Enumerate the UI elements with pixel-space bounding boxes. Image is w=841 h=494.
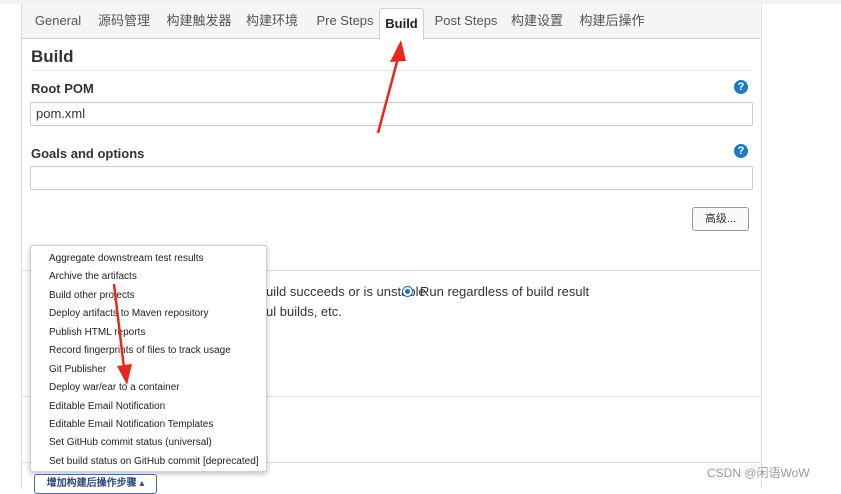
menu-item-record-fingerprints[interactable]: Record fingerprints of files to track us… bbox=[49, 345, 231, 357]
tab-build[interactable]: Build bbox=[379, 8, 424, 40]
menu-item-github-build-status-deprecated[interactable]: Set build status on GitHub commit [depre… bbox=[49, 456, 259, 468]
run-regardless-radio[interactable] bbox=[402, 286, 413, 297]
add-post-build-step-button[interactable]: 增加构建后操作步骤 ▴ bbox=[34, 474, 157, 494]
help-icon[interactable]: ? bbox=[734, 144, 748, 158]
menu-item-editable-email-templates[interactable]: Editable Email Notification Templates bbox=[49, 419, 213, 431]
watermark: CSDN @闲语WoW bbox=[707, 466, 810, 480]
tab-post-build-actions[interactable]: 构建后操作 bbox=[576, 4, 648, 38]
root-pom-label: Root POM bbox=[31, 81, 94, 96]
menu-item-git-publisher[interactable]: Git Publisher bbox=[49, 364, 106, 376]
menu-item-archive-artifacts[interactable]: Archive the artifacts bbox=[49, 271, 137, 283]
tab-post-steps[interactable]: Post Steps bbox=[431, 4, 501, 38]
menu-item-github-commit-status[interactable]: Set GitHub commit status (universal) bbox=[49, 437, 212, 449]
menu-item-deploy-maven[interactable]: Deploy artifacts to Maven repository bbox=[49, 308, 209, 320]
tab-build-environment[interactable]: 构建环境 bbox=[242, 4, 302, 38]
goals-options-input[interactable] bbox=[30, 166, 753, 190]
partial-description-text: ul builds, etc. bbox=[266, 304, 342, 319]
menu-item-publish-html[interactable]: Publish HTML reports bbox=[49, 327, 145, 339]
tab-source-code[interactable]: 源码管理 bbox=[94, 4, 154, 38]
tab-build-triggers[interactable]: 构建触发器 bbox=[163, 4, 235, 38]
tab-general[interactable]: General bbox=[30, 4, 86, 38]
menu-item-editable-email[interactable]: Editable Email Notification bbox=[49, 401, 165, 413]
root-pom-input[interactable]: pom.xml bbox=[30, 102, 753, 126]
advanced-button[interactable]: 高级... bbox=[692, 207, 749, 231]
section-divider bbox=[31, 70, 752, 71]
menu-item-aggregate-downstream[interactable]: Aggregate downstream test results bbox=[49, 253, 204, 265]
tab-pre-steps[interactable]: Pre Steps bbox=[311, 4, 379, 38]
post-build-action-menu: Aggregate downstream test results Archiv… bbox=[30, 245, 267, 472]
menu-item-build-other-projects[interactable]: Build other projects bbox=[49, 290, 135, 302]
build-section-title: Build bbox=[31, 47, 74, 66]
menu-item-deploy-war-ear[interactable]: Deploy war/ear to a container bbox=[49, 382, 180, 394]
tab-build-settings[interactable]: 构建设置 bbox=[507, 4, 567, 38]
radio-label-run-regardless: Run regardless of build result bbox=[420, 284, 590, 299]
help-icon[interactable]: ? bbox=[734, 80, 748, 94]
tab-bar: General 源码管理 构建触发器 构建环境 Pre Steps Build … bbox=[22, 4, 760, 40]
goals-options-label: Goals and options bbox=[31, 146, 145, 161]
